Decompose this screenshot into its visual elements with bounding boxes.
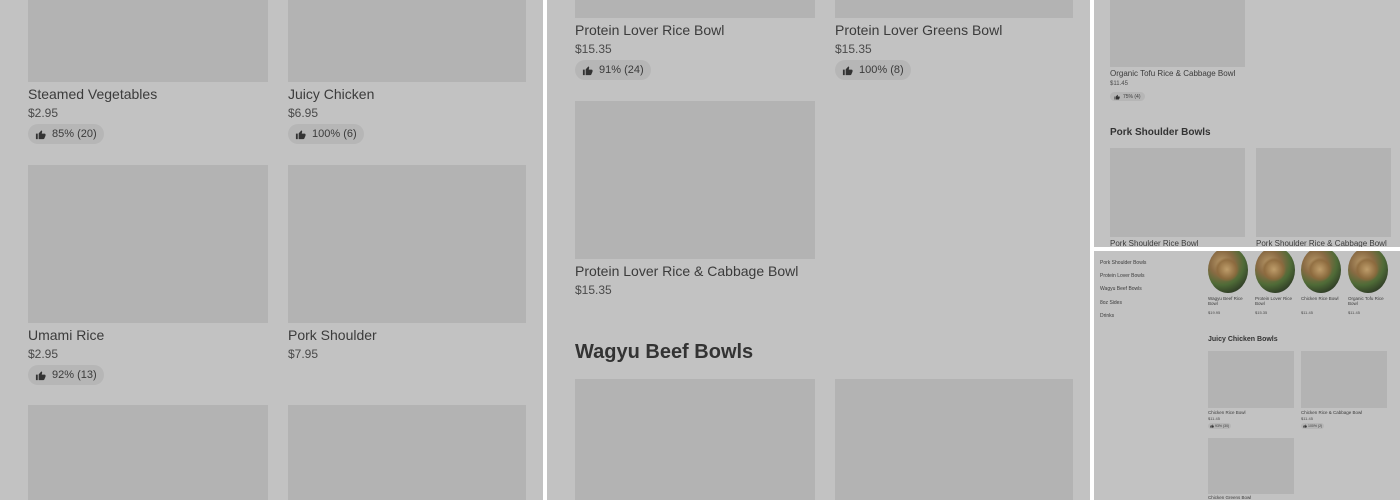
item-name[interactable]: Chicken Greens Bowl xyxy=(1208,495,1251,500)
item-price: $11.45 xyxy=(1301,416,1313,421)
rating-badge: 100% (8) xyxy=(835,60,911,80)
featured-item-price: $11.45 xyxy=(1301,310,1313,315)
item-name[interactable]: Pork Shoulder xyxy=(288,327,377,343)
item-price: $15.35 xyxy=(575,42,612,56)
item-image[interactable] xyxy=(288,165,526,323)
featured-item-price: $15.35 xyxy=(1255,310,1268,315)
featured-item-name[interactable]: Chicken Rice Bowl xyxy=(1301,296,1343,301)
section-title: Pork Shoulder Bowls xyxy=(1110,127,1211,138)
nav-item[interactable]: Drinks xyxy=(1100,313,1114,319)
item-name[interactable]: Juicy Chicken xyxy=(288,86,374,102)
item-name[interactable]: Umami Rice xyxy=(28,327,104,343)
item-image[interactable] xyxy=(1110,148,1245,237)
thumbs-up-icon xyxy=(1114,94,1120,99)
panel-pork-shoulder-menu: Organic Tofu Rice & Cabbage Bowl $11.45 … xyxy=(1094,0,1400,247)
rating-text: 100% (6) xyxy=(312,128,357,140)
item-name[interactable]: Organic Tofu Rice & Cabbage Bowl xyxy=(1110,69,1235,78)
rating-text: 85% (20) xyxy=(52,128,97,140)
thumbs-up-icon xyxy=(582,65,593,75)
item-name[interactable]: Chicken Rice & Cabbage Bowl xyxy=(1301,410,1362,415)
item-name[interactable]: Protein Lover Greens Bowl xyxy=(835,22,1002,38)
item-price: $11.45 xyxy=(1208,416,1220,421)
item-image[interactable] xyxy=(1208,438,1294,494)
item-price: $2.95 xyxy=(28,106,59,120)
nav-item[interactable]: 8oz Sides xyxy=(1100,300,1122,306)
rating-badge: 85% (20) xyxy=(28,124,104,144)
rating-badge: 100% (6) xyxy=(288,124,364,144)
featured-item-name[interactable]: Protein Lover Rice Bowl xyxy=(1255,296,1297,306)
item-name[interactable]: Protein Lover Rice & Cabbage Bowl xyxy=(575,263,798,279)
item-image[interactable] xyxy=(575,101,815,259)
section-title: Wagyu Beef Bowls xyxy=(575,341,754,363)
rating-badge: 100% (2) xyxy=(1301,423,1325,429)
rating-text: 100% (2) xyxy=(1308,424,1323,428)
thumbs-up-icon xyxy=(35,370,46,380)
featured-item-image[interactable] xyxy=(1208,251,1248,293)
item-image[interactable] xyxy=(575,0,815,18)
rating-text: 93% (30) xyxy=(1215,424,1230,428)
item-image[interactable] xyxy=(575,379,815,500)
item-image[interactable] xyxy=(28,0,268,82)
rating-text: 100% (8) xyxy=(859,64,904,76)
nav-item[interactable]: Protein Lover Bowls xyxy=(1100,273,1144,279)
item-image[interactable] xyxy=(28,165,268,323)
item-price: $15.35 xyxy=(835,42,872,56)
item-name[interactable]: Steamed Vegetables xyxy=(28,86,157,102)
item-price: $2.95 xyxy=(28,347,59,361)
featured-item-image[interactable] xyxy=(1301,251,1341,293)
item-image[interactable] xyxy=(1256,148,1391,237)
thumbs-up-icon xyxy=(35,129,46,139)
panel-sides-menu: Steamed Vegetables $2.95 85% (20) Juicy … xyxy=(0,0,543,500)
rating-text: 75% (4) xyxy=(1123,93,1141,100)
nav-item[interactable]: Pork Shoulder Bowls xyxy=(1100,260,1146,266)
featured-item-name[interactable]: Wagyu Beef Rice Bowl xyxy=(1208,296,1250,306)
item-image[interactable] xyxy=(1301,351,1387,408)
rating-badge: 93% (30) xyxy=(1208,423,1232,429)
item-name[interactable]: Pork Shoulder Rice & Cabbage Bowl xyxy=(1256,239,1387,247)
rating-text: 91% (24) xyxy=(599,64,644,76)
item-image[interactable] xyxy=(288,405,526,500)
item-price: $7.95 xyxy=(288,347,319,361)
item-image[interactable] xyxy=(288,0,526,82)
panel-protein-lover-menu: Protein Lover Rice Bowl $15.35 91% (24) … xyxy=(547,0,1090,500)
item-price: $6.95 xyxy=(288,106,319,120)
section-title: Juicy Chicken Bowls xyxy=(1208,336,1278,343)
item-name[interactable]: Protein Lover Rice Bowl xyxy=(575,22,724,38)
item-image[interactable] xyxy=(1208,351,1294,408)
item-price: $15.35 xyxy=(575,283,612,297)
featured-item-image[interactable] xyxy=(1348,251,1388,293)
rating-text: 92% (13) xyxy=(52,369,97,381)
item-image[interactable] xyxy=(835,0,1073,18)
item-image[interactable] xyxy=(28,405,268,500)
item-name[interactable]: Chicken Rice Bowl xyxy=(1208,410,1246,415)
item-image[interactable] xyxy=(1110,0,1245,67)
thumbs-up-icon xyxy=(1303,424,1307,428)
featured-item-price: $19.95 xyxy=(1208,310,1221,315)
panel-store-overview: Pork Shoulder Bowls Protein Lover Bowls … xyxy=(1094,251,1400,500)
thumbs-up-icon xyxy=(1210,424,1214,428)
item-name[interactable]: Pork Shoulder Rice Bowl xyxy=(1110,239,1198,247)
rating-badge: 91% (24) xyxy=(575,60,651,80)
featured-item-image[interactable] xyxy=(1255,251,1295,293)
rating-badge: 75% (4) xyxy=(1110,92,1145,101)
nav-item[interactable]: Wagyu Beef Bowls xyxy=(1100,286,1142,292)
thumbs-up-icon xyxy=(295,129,306,139)
item-price: $11.45 xyxy=(1110,81,1128,87)
item-image[interactable] xyxy=(835,379,1073,500)
featured-item-name[interactable]: Organic Tofu Rice Bowl xyxy=(1348,296,1390,306)
thumbs-up-icon xyxy=(842,65,853,75)
featured-item-price: $11.45 xyxy=(1348,310,1360,315)
rating-badge: 92% (13) xyxy=(28,365,104,385)
